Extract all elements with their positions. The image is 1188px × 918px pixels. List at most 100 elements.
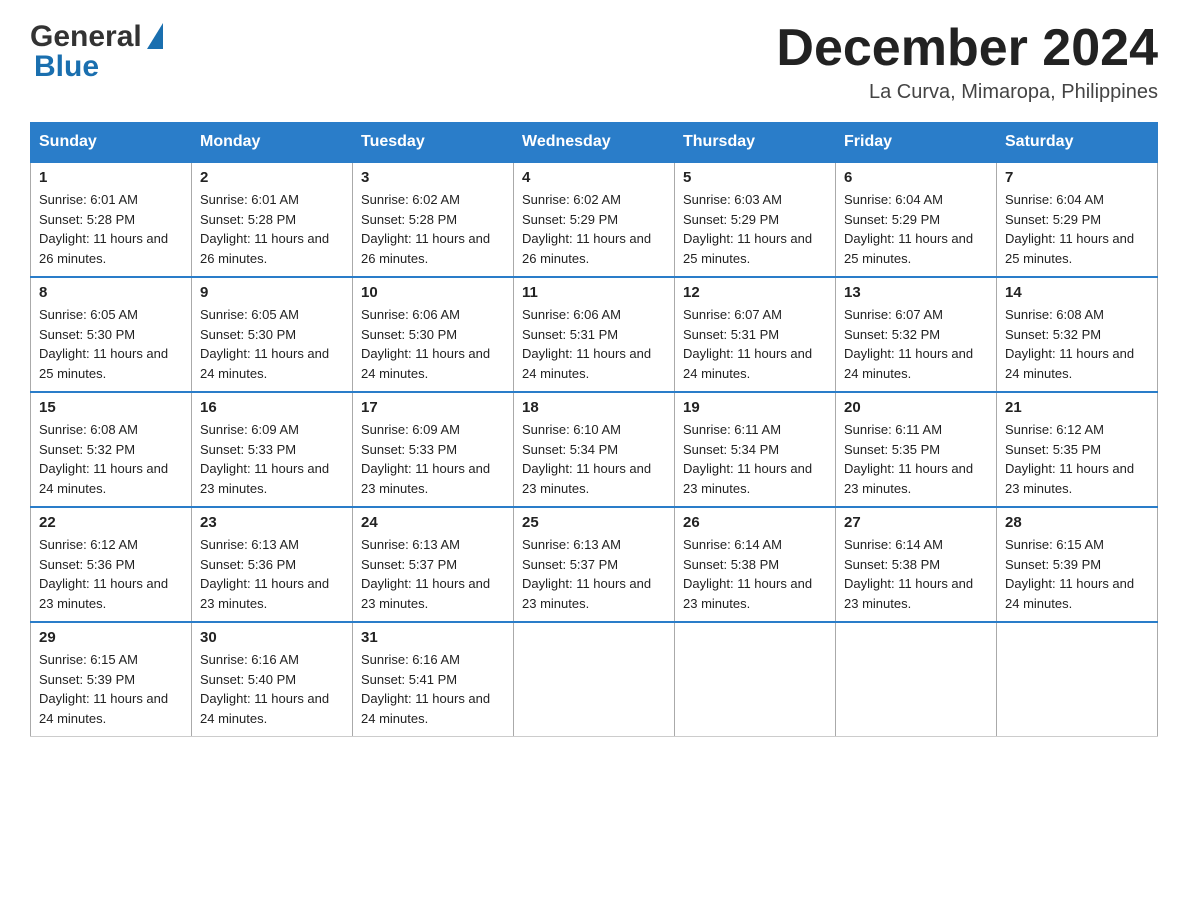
day-info: Sunrise: 6:02 AMSunset: 5:28 PMDaylight:… <box>361 190 505 268</box>
day-header-sunday: Sunday <box>31 123 192 163</box>
day-info: Sunrise: 6:13 AMSunset: 5:37 PMDaylight:… <box>361 535 505 613</box>
day-number: 9 <box>200 284 344 301</box>
calendar-day-9: 9 Sunrise: 6:05 AMSunset: 5:30 PMDaylight… <box>192 277 353 392</box>
calendar-day-19: 19 Sunrise: 6:11 AMSunset: 5:34 PMDayligh… <box>675 392 836 507</box>
calendar-day-28: 28 Sunrise: 6:15 AMSunset: 5:39 PMDayligh… <box>997 507 1158 622</box>
day-info: Sunrise: 6:04 AMSunset: 5:29 PMDaylight:… <box>844 190 988 268</box>
day-number: 23 <box>200 514 344 531</box>
calendar-week-3: 15Sunrise: 6:08 AMSunset: 5:32 PMDayligh… <box>31 392 1158 507</box>
calendar-week-5: 29Sunrise: 6:15 AMSunset: 5:39 PMDayligh… <box>31 622 1158 737</box>
day-number: 18 <box>522 399 666 416</box>
day-number: 12 <box>683 284 827 301</box>
day-info: Sunrise: 6:14 AMSunset: 5:38 PMDaylight:… <box>844 535 988 613</box>
day-info: Sunrise: 6:06 AMSunset: 5:30 PMDaylight:… <box>361 305 505 383</box>
day-number: 10 <box>361 284 505 301</box>
day-number: 4 <box>522 169 666 186</box>
day-info: Sunrise: 6:13 AMSunset: 5:36 PMDaylight:… <box>200 535 344 613</box>
calendar-day-3: 3 Sunrise: 6:02 AMSunset: 5:28 PMDaylight… <box>353 162 514 277</box>
calendar-day-11: 11Sunrise: 6:06 AMSunset: 5:31 PMDayligh… <box>514 277 675 392</box>
calendar-day-18: 18 Sunrise: 6:10 AMSunset: 5:34 PMDayligh… <box>514 392 675 507</box>
day-number: 6 <box>844 169 988 186</box>
calendar-empty-cell <box>675 622 836 737</box>
day-number: 19 <box>683 399 827 416</box>
day-info: Sunrise: 6:13 AMSunset: 5:37 PMDaylight:… <box>522 535 666 613</box>
day-info: Sunrise: 6:09 AMSunset: 5:33 PMDaylight:… <box>200 420 344 498</box>
day-number: 29 <box>39 629 183 646</box>
calendar-week-1: 1 Sunrise: 6:01 AMSunset: 5:28 PMDaylight… <box>31 162 1158 277</box>
calendar-day-1: 1Sunrise: 6:01 AMSunset: 5:28 PMDaylight… <box>31 162 192 277</box>
logo-general-text: General <box>30 20 142 54</box>
day-info: Sunrise: 6:15 AMSunset: 5:39 PMDaylight:… <box>1005 535 1149 613</box>
day-number: 16 <box>200 399 344 416</box>
calendar-day-6: 6 Sunrise: 6:04 AMSunset: 5:29 PMDaylight… <box>836 162 997 277</box>
day-number: 25 <box>522 514 666 531</box>
calendar-day-24: 24 Sunrise: 6:13 AMSunset: 5:37 PMDayligh… <box>353 507 514 622</box>
day-header-monday: Monday <box>192 123 353 163</box>
day-header-thursday: Thursday <box>675 123 836 163</box>
calendar-day-5: 5 Sunrise: 6:03 AMSunset: 5:29 PMDaylight… <box>675 162 836 277</box>
calendar-empty-cell <box>836 622 997 737</box>
calendar-day-23: 23 Sunrise: 6:13 AMSunset: 5:36 PMDayligh… <box>192 507 353 622</box>
page-header: General Blue December 2024 La Curva, Mim… <box>30 20 1158 104</box>
day-number: 17 <box>361 399 505 416</box>
day-number: 22 <box>39 514 183 531</box>
calendar-day-20: 20Sunrise: 6:11 AMSunset: 5:35 PMDayligh… <box>836 392 997 507</box>
calendar-day-31: 31 Sunrise: 6:16 AMSunset: 5:41 PMDayligh… <box>353 622 514 737</box>
day-number: 21 <box>1005 399 1149 416</box>
calendar-day-26: 26 Sunrise: 6:14 AMSunset: 5:38 PMDayligh… <box>675 507 836 622</box>
day-info: Sunrise: 6:16 AMSunset: 5:41 PMDaylight:… <box>361 650 505 728</box>
calendar-empty-cell <box>997 622 1158 737</box>
day-number: 28 <box>1005 514 1149 531</box>
day-number: 30 <box>200 629 344 646</box>
day-number: 14 <box>1005 284 1149 301</box>
day-info: Sunrise: 6:03 AMSunset: 5:29 PMDaylight:… <box>683 190 827 268</box>
calendar-table: SundayMondayTuesdayWednesdayThursdayFrid… <box>30 122 1158 737</box>
day-info: Sunrise: 6:12 AMSunset: 5:35 PMDaylight:… <box>1005 420 1149 498</box>
day-info: Sunrise: 6:16 AMSunset: 5:40 PMDaylight:… <box>200 650 344 728</box>
calendar-day-25: 25 Sunrise: 6:13 AMSunset: 5:37 PMDayligh… <box>514 507 675 622</box>
day-info: Sunrise: 6:14 AMSunset: 5:38 PMDaylight:… <box>683 535 827 613</box>
calendar-day-2: 2 Sunrise: 6:01 AMSunset: 5:28 PMDaylight… <box>192 162 353 277</box>
day-info: Sunrise: 6:04 AMSunset: 5:29 PMDaylight:… <box>1005 190 1149 268</box>
day-number: 27 <box>844 514 988 531</box>
calendar-day-7: 7 Sunrise: 6:04 AMSunset: 5:29 PMDaylight… <box>997 162 1158 277</box>
calendar-day-4: 4 Sunrise: 6:02 AMSunset: 5:29 PMDaylight… <box>514 162 675 277</box>
day-number: 5 <box>683 169 827 186</box>
day-number: 13 <box>844 284 988 301</box>
day-info: Sunrise: 6:06 AMSunset: 5:31 PMDaylight:… <box>522 305 666 383</box>
day-number: 15 <box>39 399 183 416</box>
day-number: 3 <box>361 169 505 186</box>
day-info: Sunrise: 6:02 AMSunset: 5:29 PMDaylight:… <box>522 190 666 268</box>
day-info: Sunrise: 6:12 AMSunset: 5:36 PMDaylight:… <box>39 535 183 613</box>
day-info: Sunrise: 6:09 AMSunset: 5:33 PMDaylight:… <box>361 420 505 498</box>
day-number: 31 <box>361 629 505 646</box>
calendar-header-row: SundayMondayTuesdayWednesdayThursdayFrid… <box>31 123 1158 163</box>
month-title: December 2024 <box>776 20 1158 77</box>
calendar-day-22: 22 Sunrise: 6:12 AMSunset: 5:36 PMDayligh… <box>31 507 192 622</box>
logo-blue-text: Blue <box>34 50 99 84</box>
day-header-saturday: Saturday <box>997 123 1158 163</box>
calendar-day-10: 10 Sunrise: 6:06 AMSunset: 5:30 PMDayligh… <box>353 277 514 392</box>
day-number: 24 <box>361 514 505 531</box>
day-number: 8 <box>39 284 183 301</box>
calendar-day-14: 14Sunrise: 6:08 AMSunset: 5:32 PMDayligh… <box>997 277 1158 392</box>
day-header-wednesday: Wednesday <box>514 123 675 163</box>
day-info: Sunrise: 6:11 AMSunset: 5:34 PMDaylight:… <box>683 420 827 498</box>
calendar-day-12: 12Sunrise: 6:07 AMSunset: 5:31 PMDayligh… <box>675 277 836 392</box>
day-info: Sunrise: 6:10 AMSunset: 5:34 PMDaylight:… <box>522 420 666 498</box>
day-number: 2 <box>200 169 344 186</box>
day-info: Sunrise: 6:07 AMSunset: 5:32 PMDaylight:… <box>844 305 988 383</box>
calendar-week-2: 8 Sunrise: 6:05 AMSunset: 5:30 PMDaylight… <box>31 277 1158 392</box>
day-info: Sunrise: 6:01 AMSunset: 5:28 PMDaylight:… <box>200 190 344 268</box>
logo: General Blue <box>30 20 163 84</box>
logo-triangle-icon <box>147 23 163 49</box>
day-number: 26 <box>683 514 827 531</box>
day-header-tuesday: Tuesday <box>353 123 514 163</box>
day-number: 7 <box>1005 169 1149 186</box>
day-header-friday: Friday <box>836 123 997 163</box>
calendar-day-17: 17 Sunrise: 6:09 AMSunset: 5:33 PMDayligh… <box>353 392 514 507</box>
day-info: Sunrise: 6:05 AMSunset: 5:30 PMDaylight:… <box>200 305 344 383</box>
calendar-day-13: 13 Sunrise: 6:07 AMSunset: 5:32 PMDayligh… <box>836 277 997 392</box>
day-number: 1 <box>39 169 183 186</box>
calendar-day-30: 30 Sunrise: 6:16 AMSunset: 5:40 PMDayligh… <box>192 622 353 737</box>
